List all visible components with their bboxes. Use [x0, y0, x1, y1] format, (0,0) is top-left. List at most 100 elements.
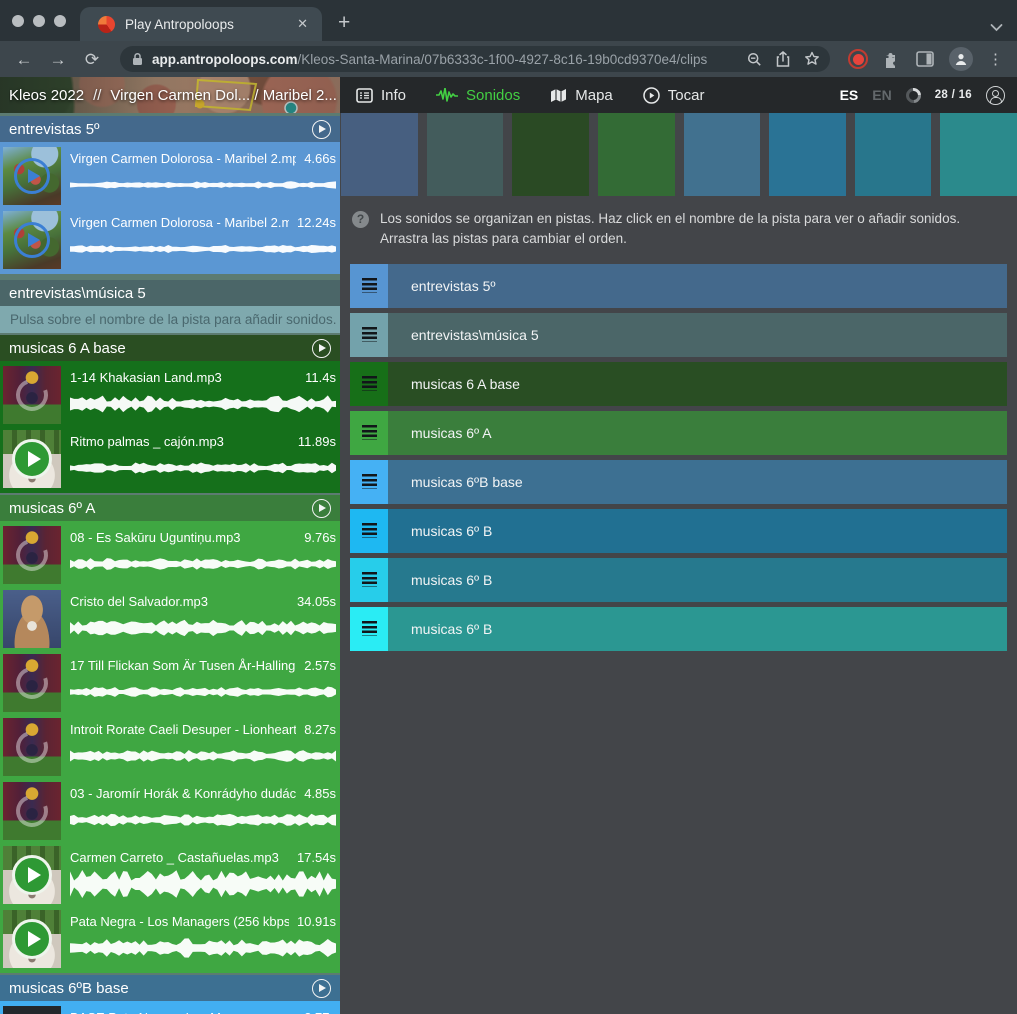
clip-thumbnail[interactable]: [3, 654, 61, 712]
track-section-header[interactable]: entrevistas\música 5: [0, 280, 340, 306]
clip-name[interactable]: Cristo del Salvador.mp3: [70, 594, 289, 609]
track-row[interactable]: musicas 6ºB base: [350, 460, 1007, 504]
window-close-button[interactable]: [12, 15, 24, 27]
clip-name[interactable]: 03 - Jaromír Horák & Konrádyho dudácká .…: [70, 786, 296, 801]
clip-play-icon[interactable]: [11, 790, 54, 833]
clip-play-icon[interactable]: [12, 919, 52, 959]
play-track-button[interactable]: [312, 120, 331, 139]
clip-play-icon[interactable]: [12, 855, 52, 895]
clip-thumbnail[interactable]: [3, 366, 61, 424]
clip-thumbnail[interactable]: [3, 718, 61, 776]
audio-clip[interactable]: Cristo del Salvador.mp334.05s: [0, 587, 340, 651]
clip-play-icon[interactable]: [12, 439, 52, 479]
reload-button[interactable]: ⟳: [78, 51, 106, 68]
new-tab-button[interactable]: +: [322, 11, 350, 41]
clip-name[interactable]: BASE Pata Negra - Los Managers: [70, 1010, 296, 1014]
track-name[interactable]: musicas 6ºB base: [388, 460, 1007, 504]
clip-thumbnail[interactable]: [3, 846, 61, 904]
audio-clip[interactable]: Virgen Carmen Dolorosa - Maribel 2.mp312…: [0, 208, 340, 272]
clip-play-icon[interactable]: [11, 534, 54, 577]
track-name[interactable]: musicas 6º B: [388, 558, 1007, 602]
track-drag-handle[interactable]: [350, 460, 388, 504]
clip-name[interactable]: Virgen Carmen Dolorosa - Maribel 2.mp3: [70, 151, 296, 166]
audio-clip[interactable]: 1-14 Khakasian Land.mp311.4s: [0, 363, 340, 427]
clip-thumbnail[interactable]: [3, 782, 61, 840]
nav-tab-sonidos[interactable]: Sonidos: [436, 87, 520, 104]
clip-play-icon[interactable]: [11, 374, 54, 417]
breadcrumb[interactable]: Kleos 2022 // Virgen Carmen Dol... / Mar…: [9, 77, 339, 113]
track-drag-handle[interactable]: [350, 509, 388, 553]
audio-clip[interactable]: Ritmo palmas _ cajón.mp311.89s: [0, 427, 340, 491]
forward-button[interactable]: →: [44, 51, 72, 68]
audio-clip[interactable]: Carmen Carreto _ Castañuelas.mp317.54s: [0, 843, 340, 907]
audio-clip[interactable]: Pata Negra - Los Managers (256 kbps).mp3…: [0, 907, 340, 971]
track-row[interactable]: musicas 6º B: [350, 607, 1007, 651]
clip-thumbnail[interactable]: [3, 211, 61, 269]
clip-play-icon[interactable]: [11, 662, 54, 705]
clip-play-icon[interactable]: [14, 222, 50, 258]
profile-avatar[interactable]: [949, 47, 973, 71]
clip-name[interactable]: Pata Negra - Los Managers (256 kbps).mp3: [70, 914, 289, 929]
audio-clip[interactable]: 08 - Es Sakūru Uguntiņu.mp39.76s: [0, 523, 340, 587]
clip-thumbnail[interactable]: [3, 910, 61, 968]
lang-es-button[interactable]: ES: [840, 87, 859, 103]
clip-thumbnail[interactable]: [3, 590, 61, 648]
clip-thumbnail[interactable]: [3, 430, 61, 488]
side-panel-icon[interactable]: [916, 51, 934, 67]
breadcrumb-trail[interactable]: Virgen Carmen Dol... / Maribel 2...: [110, 87, 336, 104]
nav-tab-info[interactable]: Info: [356, 87, 406, 104]
track-section-header[interactable]: entrevistas 5º: [0, 116, 340, 142]
nav-tab-mapa[interactable]: Mapa: [550, 87, 613, 104]
track-drag-handle[interactable]: [350, 607, 388, 651]
track-drag-handle[interactable]: [350, 411, 388, 455]
account-icon[interactable]: [986, 86, 1005, 105]
track-name[interactable]: entrevistas 5º: [388, 264, 1007, 308]
track-name[interactable]: entrevistas\música 5: [388, 313, 1007, 357]
url-bar[interactable]: app.antropoloops.com/Kleos-Santa-Marina/…: [120, 46, 830, 72]
clip-thumbnail[interactable]: [3, 147, 61, 205]
track-section-header[interactable]: musicas 6ºB base: [0, 975, 340, 1001]
audio-clip[interactable]: BASE Pata Negra - Los Managers3.77s: [0, 1003, 340, 1014]
clip-name[interactable]: Carmen Carreto _ Castañuelas.mp3: [70, 850, 289, 865]
record-indicator-icon[interactable]: [848, 49, 868, 69]
track-row[interactable]: musicas 6º A: [350, 411, 1007, 455]
track-name[interactable]: musicas 6º B: [388, 509, 1007, 553]
lang-en-button[interactable]: EN: [872, 87, 891, 103]
track-section-title[interactable]: musicas 6 A base: [9, 340, 312, 357]
clip-thumbnail[interactable]: [3, 1006, 61, 1014]
track-row[interactable]: musicas 6º B: [350, 509, 1007, 553]
browser-tab[interactable]: Play Antropoloops ✕: [80, 7, 322, 41]
track-section-title[interactable]: entrevistas\música 5: [9, 285, 331, 302]
track-drag-handle[interactable]: [350, 362, 388, 406]
share-icon[interactable]: [776, 51, 790, 67]
track-section-header[interactable]: musicas 6º A: [0, 495, 340, 521]
tab-search-chevron-icon[interactable]: [990, 23, 1003, 32]
browser-menu-icon[interactable]: ⋮: [988, 50, 1003, 68]
clip-name[interactable]: 17 Till Flickan Som Är Tusen År-Halling …: [70, 658, 296, 673]
url-text[interactable]: app.antropoloops.com/Kleos-Santa-Marina/…: [152, 52, 733, 67]
clip-name[interactable]: 08 - Es Sakūru Uguntiņu.mp3: [70, 530, 296, 545]
track-name[interactable]: musicas 6º A: [388, 411, 1007, 455]
play-track-button[interactable]: [312, 339, 331, 358]
clip-play-icon[interactable]: [14, 158, 50, 194]
audio-clip[interactable]: Introit Rorate Caeli Desuper - Lionheart…: [0, 715, 340, 779]
track-name[interactable]: musicas 6 A base: [388, 362, 1007, 406]
breadcrumb-project[interactable]: Kleos 2022: [9, 87, 84, 104]
track-drag-handle[interactable]: [350, 264, 388, 308]
window-controls[interactable]: [0, 0, 80, 41]
track-row[interactable]: entrevistas 5º: [350, 264, 1007, 308]
bookmark-star-icon[interactable]: [804, 51, 820, 67]
location-photo[interactable]: Kleos 2022 // Virgen Carmen Dol... / Mar…: [0, 77, 340, 113]
track-section-title[interactable]: entrevistas 5º: [9, 121, 312, 138]
audio-clip[interactable]: 03 - Jaromír Horák & Konrádyho dudácká .…: [0, 779, 340, 843]
clip-name[interactable]: Introit Rorate Caeli Desuper - Lionheart…: [70, 722, 296, 737]
track-drag-handle[interactable]: [350, 558, 388, 602]
back-button[interactable]: ←: [10, 51, 38, 68]
tab-close-icon[interactable]: ✕: [293, 14, 312, 34]
play-track-button[interactable]: [312, 499, 331, 518]
audio-clip[interactable]: 17 Till Flickan Som Är Tusen År-Halling …: [0, 651, 340, 715]
clip-name[interactable]: Ritmo palmas _ cajón.mp3: [70, 434, 290, 449]
clip-thumbnail[interactable]: [3, 526, 61, 584]
play-track-button[interactable]: [312, 979, 331, 998]
track-drag-handle[interactable]: [350, 313, 388, 357]
